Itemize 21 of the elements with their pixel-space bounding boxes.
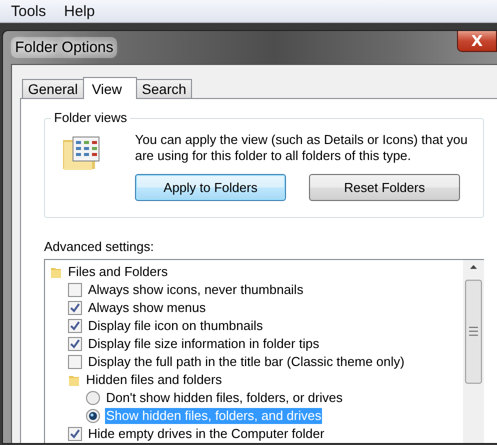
menu-item[interactable]: Tools: [11, 2, 46, 20]
folder-button[interactable]: Reset Folders: [309, 174, 460, 201]
option-label: Always show menus: [87, 300, 207, 316]
tab[interactable]: View: [82, 77, 137, 99]
group-title: Folder views: [51, 110, 130, 125]
option-label: Always show icons, never thumbnails: [87, 282, 304, 298]
description-text: You can apply the view (such as Details or Icons) that you are using for this folder to all folders of this type.: [135, 132, 469, 164]
option-label: Show hidden files, folders, and drives: [105, 408, 322, 424]
option-label: Display file size information in folder tips: [87, 336, 320, 352]
option-label: Display the full path in the title bar (Classic theme only): [87, 354, 406, 370]
tab[interactable]: General: [22, 79, 84, 98]
menu-item[interactable]: Help: [64, 2, 95, 20]
close-button[interactable]: X: [457, 31, 497, 52]
option-label: Hide empty drives in the Computer folder: [87, 426, 326, 442]
option-label: Display file icon on thumbnails: [87, 318, 264, 334]
group-label: Files and Folders: [67, 264, 169, 280]
tab[interactable]: Search: [136, 79, 192, 98]
option-label: Don't show hidden files, folders, or drives: [105, 390, 344, 406]
group-label: Hidden files and folders: [85, 372, 223, 388]
section-label: Advanced settings:: [44, 239, 155, 254]
folder-button[interactable]: Apply to Folders: [135, 174, 286, 201]
